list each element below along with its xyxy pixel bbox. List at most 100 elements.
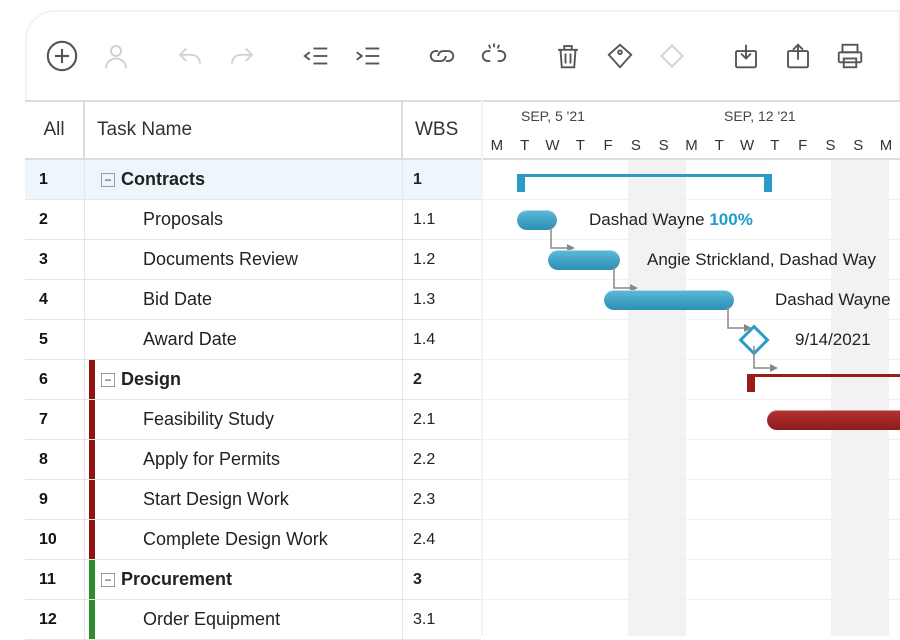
task-cell[interactable]: Documents Review (85, 240, 403, 279)
task-cell[interactable]: Complete Design Work (85, 520, 403, 559)
header-all[interactable]: All (25, 100, 85, 158)
upload-icon[interactable] (783, 39, 813, 73)
collapse-toggle[interactable]: − (101, 573, 115, 587)
task-cell[interactable]: Start Design Work (85, 480, 403, 519)
task-name-label: Complete Design Work (143, 529, 328, 550)
undo-icon[interactable] (175, 39, 205, 73)
table-row[interactable]: 3Documents Review1.2 (25, 240, 481, 280)
task-cell[interactable]: Feasibility Study (85, 400, 403, 439)
collapse-toggle[interactable]: − (101, 373, 115, 387)
row-number: 10 (25, 520, 85, 559)
table-row[interactable]: 7Feasibility Study2.1 (25, 400, 481, 440)
gantt-row[interactable] (483, 440, 900, 480)
task-name-label: Feasibility Study (143, 409, 274, 430)
task-name-label: Documents Review (143, 249, 298, 270)
gantt-panel: SEP, 5 '21SEP, 12 '21 MTWTFSSMTWTFSSM Da… (483, 100, 900, 636)
table-body: 1−Contracts12Proposals1.13Documents Revi… (25, 160, 481, 640)
wbs-cell: 1.2 (403, 240, 481, 279)
task-bar[interactable] (767, 410, 900, 430)
gantt-row[interactable]: Angie Strickland, Dashad Way (483, 240, 900, 280)
person-icon[interactable] (101, 39, 131, 73)
gantt-row[interactable] (483, 360, 900, 400)
wbs-cell: 2.3 (403, 480, 481, 519)
wbs-cell: 1 (403, 160, 481, 199)
gantt-timeline-header: SEP, 5 '21SEP, 12 '21 MTWTFSSMTWTFSSM (483, 100, 900, 160)
task-name-label: Start Design Work (143, 489, 289, 510)
table-row[interactable]: 10Complete Design Work2.4 (25, 520, 481, 560)
task-cell[interactable]: −Procurement (85, 560, 403, 599)
wbs-cell: 3.1 (403, 600, 481, 639)
gantt-row[interactable] (483, 400, 900, 440)
day-label: W (733, 137, 761, 154)
task-name-label: Award Date (143, 329, 237, 350)
table-row[interactable]: 4Bid Date1.3 (25, 280, 481, 320)
main-split: All Task Name WBS 1−Contracts12Proposals… (25, 100, 900, 636)
link-icon[interactable] (427, 39, 457, 73)
day-label: W (539, 137, 567, 154)
task-cell[interactable]: Proposals (85, 200, 403, 239)
day-label: S (622, 137, 650, 154)
table-row[interactable]: 2Proposals1.1 (25, 200, 481, 240)
trash-icon[interactable] (553, 39, 583, 73)
wbs-cell: 2.1 (403, 400, 481, 439)
table-row[interactable]: 5 Award Date 1.4 (25, 320, 481, 360)
print-icon[interactable] (835, 39, 865, 73)
row-number: 8 (25, 440, 85, 479)
month-label: SEP, 12 '21 (724, 108, 796, 124)
row-number: 2 (25, 200, 85, 239)
table-row[interactable]: 9 Start Design Work 2.3 (25, 480, 481, 520)
task-table: All Task Name WBS 1−Contracts12Proposals… (25, 100, 483, 636)
task-bar[interactable] (548, 250, 620, 270)
table-row[interactable]: 12 Order Equipment 3.1 (25, 600, 481, 640)
gantt-row[interactable]: 9/14/2021 (483, 320, 900, 360)
row-number: 9 (25, 480, 85, 519)
gantt-row[interactable] (483, 560, 900, 600)
gantt-row[interactable] (483, 600, 900, 636)
task-cell[interactable]: −Design (85, 360, 403, 399)
gantt-row[interactable]: Dashad Wayne (483, 280, 900, 320)
wbs-cell: 3 (403, 560, 481, 599)
tag-icon[interactable] (605, 39, 635, 73)
gantt-row[interactable]: Dashad Wayne 100% (483, 200, 900, 240)
task-name-label: Contracts (121, 169, 205, 190)
task-cell[interactable]: Order Equipment (85, 600, 403, 639)
milestone-icon[interactable] (657, 39, 687, 73)
wbs-cell: 1.4 (403, 320, 481, 359)
day-label: S (844, 137, 872, 154)
task-cell[interactable]: Apply for Permits (85, 440, 403, 479)
gantt-body[interactable]: Dashad Wayne 100%Angie Strickland, Dasha… (483, 160, 900, 636)
gantt-row[interactable] (483, 160, 900, 200)
wbs-cell: 1.3 (403, 280, 481, 319)
redo-icon[interactable] (227, 39, 257, 73)
task-name-label: Order Equipment (143, 609, 280, 630)
row-number: 12 (25, 600, 85, 639)
download-icon[interactable] (731, 39, 761, 73)
indent-icon[interactable] (353, 39, 383, 73)
month-label: SEP, 5 '21 (521, 108, 585, 124)
task-bar[interactable] (604, 290, 734, 310)
summary-bar[interactable] (747, 374, 900, 384)
table-row[interactable]: 6−Design2 (25, 360, 481, 400)
task-cell[interactable]: Award Date (85, 320, 403, 359)
task-name-label: Design (121, 369, 181, 390)
add-icon[interactable] (45, 39, 79, 73)
toolbar (25, 10, 900, 100)
summary-bar[interactable] (517, 174, 772, 184)
collapse-toggle[interactable]: − (101, 173, 115, 187)
gantt-row[interactable] (483, 520, 900, 560)
outdent-icon[interactable] (301, 39, 331, 73)
table-row[interactable]: 8Apply for Permits2.2 (25, 440, 481, 480)
task-cell[interactable]: −Contracts (85, 160, 403, 199)
unlink-icon[interactable] (479, 39, 509, 73)
gantt-row[interactable] (483, 480, 900, 520)
table-row[interactable]: 11−Procurement3 (25, 560, 481, 600)
row-number: 5 (25, 320, 85, 359)
table-row[interactable]: 1−Contracts1 (25, 160, 481, 200)
row-number: 11 (25, 560, 85, 599)
task-cell[interactable]: Bid Date (85, 280, 403, 319)
row-number: 4 (25, 280, 85, 319)
bar-label: Dashad Wayne (775, 290, 891, 310)
row-number: 6 (25, 360, 85, 399)
header-wbs[interactable]: WBS (403, 100, 481, 158)
header-taskname[interactable]: Task Name (85, 100, 403, 158)
